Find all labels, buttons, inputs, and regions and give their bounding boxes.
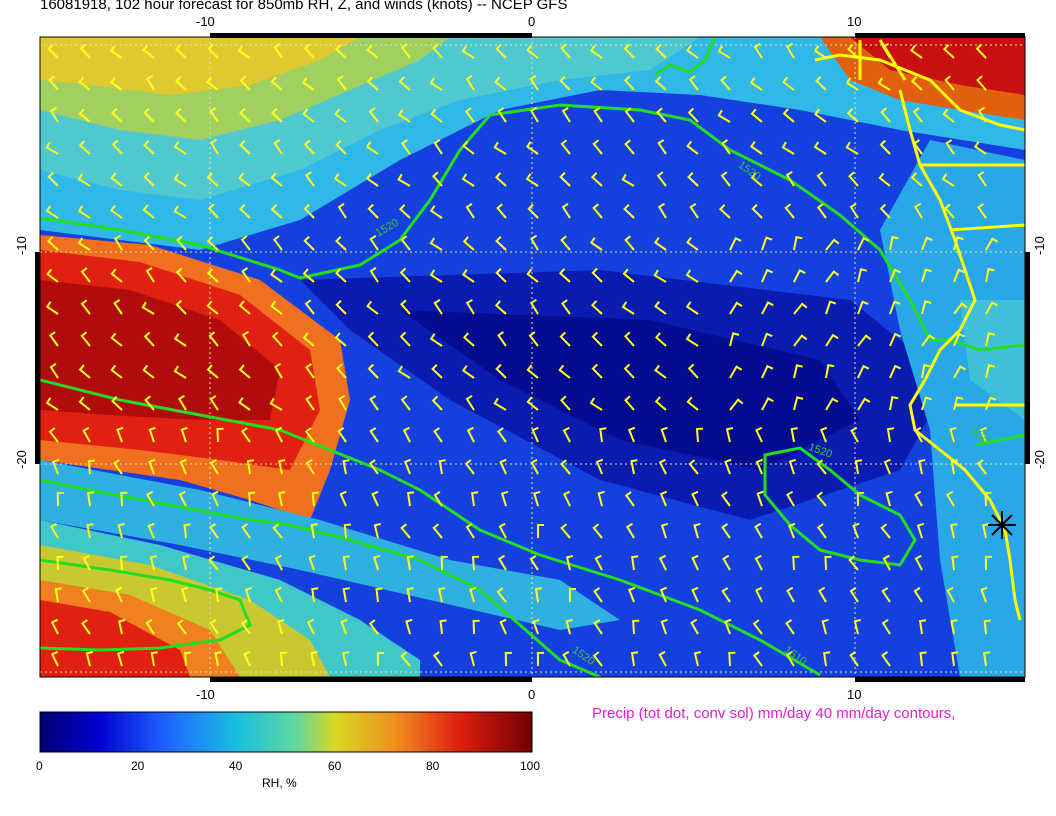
lon-tick-label: 10: [847, 14, 862, 29]
precip-note: Precip (tot dot, conv sol) mm/day 40 mm/…: [592, 705, 956, 722]
lat-tick-label: -20: [1031, 450, 1047, 469]
rh-field: [40, 37, 1025, 677]
colorbar: [39, 711, 533, 753]
lat-tick-label: -10: [1031, 236, 1047, 255]
lon-tick-label: 10: [847, 687, 862, 702]
lon-tick-label: -10: [196, 687, 215, 702]
colorbar-title: RH, %: [262, 776, 297, 790]
colorbar-tick: 100: [520, 759, 541, 773]
colorbar-tick: 80: [426, 759, 440, 773]
lon-tick-label: 0: [528, 14, 536, 29]
lon-tick-label: -10: [196, 14, 215, 29]
colorbar-tick: 40: [229, 759, 243, 773]
lat-tick-label: -10: [13, 236, 29, 255]
location-marker-icon: [988, 511, 1016, 539]
lon-tick-label: 0: [528, 687, 536, 702]
colorbar-tick: 20: [131, 759, 145, 773]
lat-tick-label: -20: [13, 450, 29, 469]
colorbar-tick: 0: [36, 759, 43, 773]
colorbar-tick: 60: [328, 759, 342, 773]
